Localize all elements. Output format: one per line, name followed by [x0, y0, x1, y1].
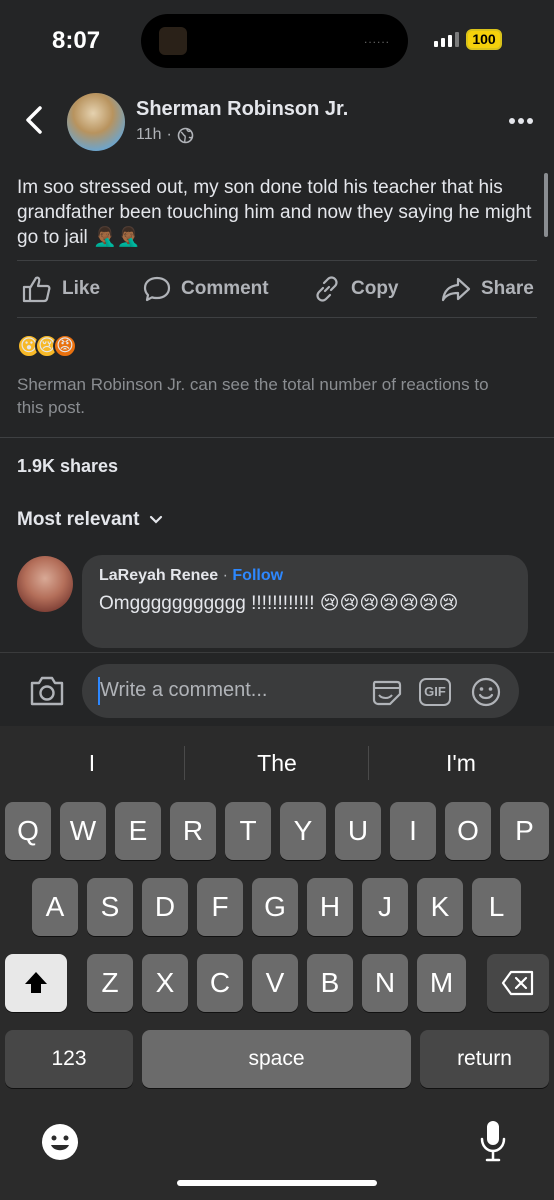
- key-p[interactable]: P: [500, 802, 549, 860]
- dynamic-island: ......: [141, 14, 408, 68]
- sticker-icon[interactable]: [369, 676, 403, 708]
- suggestion-2[interactable]: The: [185, 726, 369, 798]
- numbers-key[interactable]: 123: [5, 1030, 133, 1088]
- keyboard-emoji-icon[interactable]: [40, 1122, 80, 1162]
- key-i[interactable]: I: [390, 802, 436, 860]
- comment-button[interactable]: Comment: [143, 262, 269, 316]
- emoji-icon[interactable]: [470, 676, 502, 708]
- now-playing-thumbnail: [159, 27, 187, 55]
- divider: [17, 260, 537, 261]
- post-age: 11h: [136, 126, 162, 143]
- camera-icon[interactable]: [28, 674, 66, 708]
- key-o[interactable]: O: [445, 802, 491, 860]
- comment-placeholder: Write a comment...: [100, 679, 268, 701]
- suggestion-3[interactable]: I'm: [369, 726, 553, 798]
- return-key[interactable]: return: [420, 1030, 549, 1088]
- share-button[interactable]: Share: [441, 262, 534, 316]
- key-v[interactable]: V: [252, 954, 298, 1012]
- share-label: Share: [481, 278, 534, 299]
- key-q[interactable]: Q: [5, 802, 51, 860]
- space-key[interactable]: space: [142, 1030, 411, 1088]
- key-d[interactable]: D: [142, 878, 188, 936]
- key-y[interactable]: Y: [280, 802, 326, 860]
- comment-text: Omggggggggggg !!!!!!!!!!!! 😢😢😢😢😢😢😢: [99, 593, 459, 614]
- share-icon: [441, 277, 471, 302]
- reaction-summary[interactable]: 😮 😢 😡: [17, 334, 77, 358]
- share-count[interactable]: 1.9K shares: [17, 456, 118, 477]
- key-l[interactable]: L: [472, 878, 521, 936]
- post-author-name[interactable]: Sherman Robinson Jr.: [136, 98, 348, 121]
- key-h[interactable]: H: [307, 878, 353, 936]
- status-bar: 8:07 ...... 100: [0, 0, 554, 84]
- comment-bubble[interactable]: LaReyah Renee · Follow Omggggggggggg !!!…: [82, 555, 528, 648]
- angry-reaction-icon: 😡: [53, 334, 77, 358]
- copy-button[interactable]: Copy: [313, 262, 399, 316]
- keyboard: I The I'm Q W E R T Y U I O P A S D F G …: [0, 726, 554, 1200]
- key-w[interactable]: W: [60, 802, 106, 860]
- gif-icon[interactable]: GIF: [419, 678, 451, 706]
- signal-icon: [434, 31, 459, 47]
- comment-composer: Write a comment... GIF: [0, 652, 554, 726]
- comment-author[interactable]: LaReyah Renee: [99, 567, 218, 584]
- copy-label: Copy: [351, 278, 399, 299]
- key-n[interactable]: N: [362, 954, 408, 1012]
- key-u[interactable]: U: [335, 802, 381, 860]
- comment-input[interactable]: Write a comment... GIF: [82, 664, 519, 718]
- key-m[interactable]: M: [417, 954, 466, 1012]
- commenter-avatar[interactable]: [17, 556, 73, 612]
- predictive-bar: I The I'm: [0, 726, 554, 798]
- shift-icon: [25, 972, 47, 993]
- post-meta: 11h ·: [136, 126, 194, 144]
- key-g[interactable]: G: [252, 878, 298, 936]
- key-x[interactable]: X: [142, 954, 188, 1012]
- comment-icon: [143, 276, 171, 302]
- chevron-down-icon: [150, 515, 163, 524]
- like-button[interactable]: Like: [22, 262, 100, 316]
- comment-sort-dropdown[interactable]: Most relevant: [17, 509, 163, 531]
- suggestion-1[interactable]: I: [0, 726, 184, 798]
- reaction-visibility-note: Sherman Robinson Jr. can see the total n…: [17, 375, 489, 417]
- copy-icon: [316, 276, 338, 302]
- more-icon[interactable]: [508, 111, 534, 131]
- key-a[interactable]: A: [32, 878, 78, 936]
- status-time: 8:07: [52, 27, 101, 54]
- key-z[interactable]: Z: [87, 954, 133, 1012]
- key-j[interactable]: J: [362, 878, 408, 936]
- backspace-icon: [501, 970, 534, 996]
- microphone-icon[interactable]: [478, 1118, 508, 1164]
- key-t[interactable]: T: [225, 802, 271, 860]
- backspace-key[interactable]: [487, 954, 549, 1012]
- post-actions: Like Comment Copy Share: [0, 262, 554, 316]
- like-label: Like: [62, 278, 101, 299]
- meta-separator: ·: [166, 126, 172, 143]
- island-dots: ......: [363, 32, 390, 46]
- key-s[interactable]: S: [87, 878, 133, 936]
- comment-separator: ·: [222, 567, 228, 584]
- globe-icon: [177, 127, 194, 143]
- scroll-indicator: [544, 173, 548, 237]
- comment-header: LaReyah Renee · Follow: [99, 567, 283, 585]
- key-b[interactable]: B: [307, 954, 353, 1012]
- divider: [17, 317, 537, 318]
- like-icon: [22, 276, 51, 303]
- key-f[interactable]: F: [197, 878, 243, 936]
- battery-indicator: 100: [466, 29, 502, 50]
- post-text: Im soo stressed out, my son done told hi…: [17, 177, 532, 248]
- key-c[interactable]: C: [197, 954, 243, 1012]
- home-indicator[interactable]: [177, 1180, 377, 1186]
- shift-key[interactable]: [5, 954, 67, 1012]
- follow-button[interactable]: Follow: [232, 567, 283, 584]
- section-divider: [0, 437, 554, 438]
- sort-label: Most relevant: [17, 509, 140, 530]
- key-r[interactable]: R: [170, 802, 216, 860]
- back-icon[interactable]: [22, 103, 46, 137]
- author-avatar[interactable]: [67, 93, 125, 151]
- comment-label: Comment: [181, 278, 269, 299]
- key-k[interactable]: K: [417, 878, 463, 936]
- key-e[interactable]: E: [115, 802, 161, 860]
